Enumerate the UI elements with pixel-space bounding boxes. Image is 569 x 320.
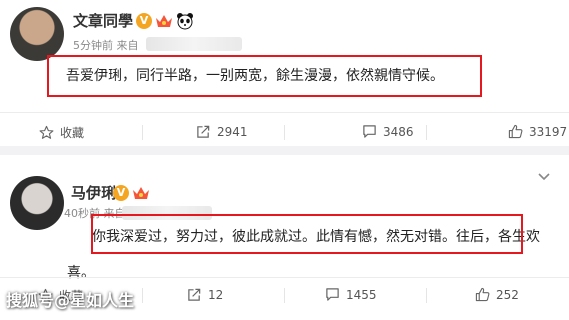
thumbs-up-icon [475, 287, 490, 302]
vip-crown-icon [156, 15, 172, 27]
verified-badge-icon: V [113, 185, 129, 201]
blurred-source [146, 37, 242, 51]
avatar[interactable] [10, 176, 64, 230]
vip-crown-icon [133, 187, 149, 199]
post-meta: 5分钟前 来自 [73, 39, 139, 52]
verified-badge-icon: V [136, 13, 152, 29]
repost-icon [197, 125, 210, 138]
repost-count: 2941 [217, 124, 248, 139]
avatar[interactable] [10, 7, 64, 61]
divider [0, 112, 569, 113]
comment-icon [363, 125, 376, 138]
watermark: 搜狐号@星如人生 [6, 291, 135, 310]
highlight-box [91, 214, 523, 254]
action-separator [142, 288, 143, 303]
comment-icon [326, 288, 339, 301]
favorite-label: 收藏 [60, 126, 85, 140]
repost-button[interactable]: 2941 [196, 124, 248, 139]
repost-count: 12 [208, 287, 224, 302]
comment-button[interactable]: 3486 [362, 124, 414, 139]
comment-count: 3486 [383, 124, 414, 139]
post-content-line-2: 喜。 [67, 265, 95, 281]
favorite-button[interactable]: 收藏 [39, 124, 84, 141]
feed-separator [0, 146, 569, 155]
comment-button[interactable]: 1455 [325, 287, 377, 302]
star-icon [39, 125, 54, 139]
repost-button[interactable]: 12 [187, 287, 223, 302]
author-name[interactable]: 文章同學 [73, 10, 133, 31]
author-name[interactable]: 马伊琍 [71, 182, 116, 203]
action-separator [426, 288, 427, 303]
action-separator [284, 125, 285, 140]
repost-icon [188, 288, 201, 301]
action-separator [142, 125, 143, 140]
action-separator [284, 288, 285, 303]
action-separator [426, 125, 427, 140]
highlight-box [47, 55, 482, 97]
comment-count: 1455 [346, 287, 377, 302]
chevron-down-icon[interactable] [537, 172, 551, 182]
thumbs-up-icon [508, 124, 523, 139]
like-count: 252 [496, 287, 519, 302]
like-count: 33197 [529, 124, 568, 139]
like-button[interactable]: 33197 [508, 124, 567, 139]
like-button[interactable]: 252 [475, 287, 519, 302]
divider [0, 277, 569, 278]
panda-icon [177, 13, 193, 30]
